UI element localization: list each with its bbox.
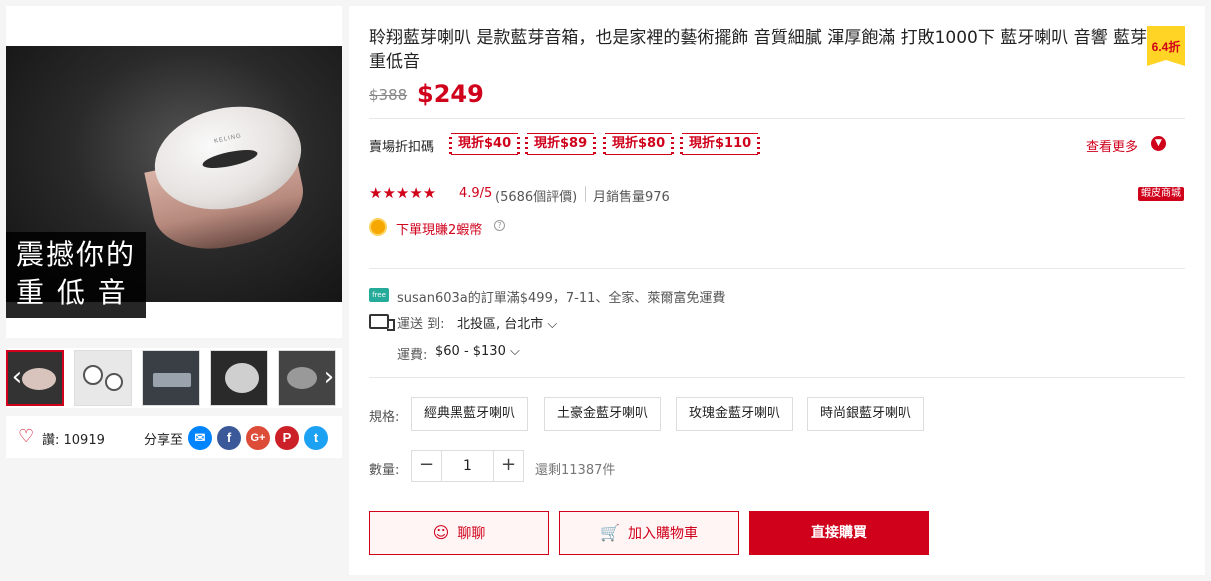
add-to-cart-label: 加入購物車 xyxy=(627,526,698,542)
main-product-image[interactable]: KELING 震撼你的 重 低 音 xyxy=(6,6,342,338)
monthly-sales: 月銷售量976 xyxy=(593,190,670,205)
coin-icon xyxy=(369,218,387,236)
see-more-link[interactable]: 查看更多 xyxy=(1086,136,1138,155)
variant-option[interactable]: 土豪金藍牙喇叭 xyxy=(544,397,662,431)
review-count[interactable]: (5686個評價) xyxy=(495,186,577,205)
overlay-line-1: 震撼你的 xyxy=(16,238,137,271)
quantity-increase-button[interactable]: + xyxy=(493,451,523,481)
separator xyxy=(585,186,586,202)
quantity-label: 數量: xyxy=(369,463,400,478)
thumbnail-next-arrow[interactable]: › xyxy=(320,362,338,392)
product-gallery: KELING 震撼你的 重 低 音 ‹ › ♡ 讚: 10919 分享至 ✉ f… xyxy=(6,6,342,458)
social-bar: ♡ 讚: 10919 分享至 ✉ f G+ P t xyxy=(6,416,342,458)
product-title: 聆翔藍芽喇叭 是款藍芽音箱，也是家裡的藝術擺飾 音質細膩 渾厚飽滿 打敗1000… xyxy=(369,28,1148,72)
ship-to-label: 運送 到: xyxy=(397,317,445,332)
quantity-input[interactable]: 1 xyxy=(442,451,493,481)
coupon-tag[interactable]: 現折$40 xyxy=(448,133,521,155)
shipping-fee-select[interactable]: $60 - $130 ⌵ xyxy=(435,344,520,359)
ship-location-select[interactable]: 北投區, 台北市 ⌵ xyxy=(457,313,557,332)
divider xyxy=(369,118,1185,119)
overlay-line-2: 重 低 音 xyxy=(16,276,128,309)
product-info-panel: 聆翔藍芽喇叭 是款藍芽音箱，也是家裡的藝術擺飾 音質細膩 渾厚飽滿 打敗1000… xyxy=(349,6,1205,575)
mall-badge: 蝦皮商城 xyxy=(1138,187,1184,201)
coupon-tag[interactable]: 現折$110 xyxy=(679,133,761,155)
heart-icon[interactable]: ♡ xyxy=(18,428,36,446)
variant-option[interactable]: 玫瑰金藍牙喇叭 xyxy=(676,397,794,431)
thumbnail-4[interactable] xyxy=(210,350,268,406)
thumbnail-2[interactable] xyxy=(74,350,132,406)
thumbnail-prev-arrow[interactable]: ‹ xyxy=(8,362,26,392)
variant-option[interactable]: 經典黑藍牙喇叭 xyxy=(411,397,529,431)
rating-stars: ★★★★★ xyxy=(369,184,437,202)
buy-now-button[interactable]: 直接購買 xyxy=(749,511,929,555)
variant-option[interactable]: 時尚銀藍牙喇叭 xyxy=(807,397,925,431)
quantity-stepper: − 1 + xyxy=(411,450,524,482)
add-to-cart-button[interactable]: 🛒 加入購物車 xyxy=(559,511,739,555)
coupon-tag[interactable]: 現折$89 xyxy=(524,133,597,155)
share-label: 分享至 xyxy=(144,433,184,448)
twitter-icon[interactable]: t xyxy=(304,426,328,450)
sale-price: $249 xyxy=(417,80,484,108)
image-overlay-caption: 震撼你的 重 低 音 xyxy=(6,232,146,318)
product-photo: KELING 震撼你的 重 低 音 xyxy=(6,46,342,318)
free-shipping-icon: free xyxy=(369,288,389,302)
google-plus-icon[interactable]: G+ xyxy=(246,426,270,450)
coupon-tag[interactable]: 現折$80 xyxy=(602,133,675,155)
divider xyxy=(369,377,1185,378)
pinterest-icon[interactable]: P xyxy=(275,426,299,450)
discount-badge: 6.4折 xyxy=(1147,26,1185,66)
free-shipping-text: susan603a的訂單滿$499，7-11、全家、萊爾富免運費 xyxy=(397,291,726,306)
chat-button[interactable]: ☺ 聊聊 xyxy=(369,511,549,555)
coin-reward-text: 下單現賺2蝦幣 xyxy=(396,223,483,238)
thumbnail-3[interactable] xyxy=(142,350,200,406)
help-icon[interactable]: ? xyxy=(494,220,505,231)
coupon-label: 賣場折扣碼 xyxy=(369,140,435,155)
like-count: 讚: 10919 xyxy=(42,433,105,448)
stock-remaining: 還剩11387件 xyxy=(535,463,616,478)
shipping-fee-label: 運費: xyxy=(397,348,428,363)
divider xyxy=(369,268,1185,269)
messenger-icon[interactable]: ✉ xyxy=(188,426,212,450)
rating-score: 4.9/5 xyxy=(459,186,493,201)
facebook-icon[interactable]: f xyxy=(217,426,241,450)
quantity-decrease-button[interactable]: − xyxy=(412,451,442,481)
variant-label: 規格: xyxy=(369,410,400,425)
chevron-down-icon[interactable]: ▼ xyxy=(1151,136,1166,151)
chat-icon: ☺ xyxy=(432,523,450,542)
cart-icon: 🛒 xyxy=(600,523,620,542)
thumbnail-strip: ‹ › xyxy=(6,348,342,408)
truck-icon xyxy=(369,314,395,331)
chat-button-label: 聊聊 xyxy=(457,526,486,542)
original-price: $388 xyxy=(369,86,408,104)
